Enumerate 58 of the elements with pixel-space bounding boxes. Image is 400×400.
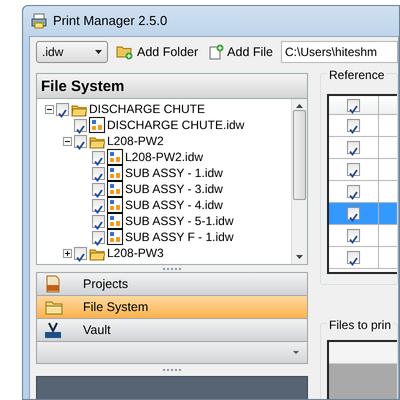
checkbox[interactable] bbox=[347, 229, 360, 242]
caret-icon bbox=[293, 351, 299, 354]
checkbox[interactable] bbox=[74, 246, 87, 260]
checkbox[interactable] bbox=[92, 230, 105, 244]
printer-icon bbox=[31, 13, 47, 29]
file-add-icon bbox=[208, 44, 224, 60]
tree-item[interactable]: SUB ASSY - 4.idw bbox=[125, 196, 223, 214]
nav-button[interactable]: File System bbox=[36, 296, 308, 319]
drawing-file-icon bbox=[89, 117, 105, 133]
drawing-file-icon bbox=[107, 165, 123, 181]
tree-item[interactable]: SUB ASSY - 5-1.idw bbox=[125, 212, 234, 230]
caret-icon bbox=[95, 50, 102, 54]
panel-header: File System bbox=[36, 73, 308, 99]
drawing-file-icon bbox=[107, 213, 123, 229]
checkbox[interactable] bbox=[56, 102, 69, 116]
nav-button[interactable]: Projects bbox=[36, 273, 308, 296]
checkbox[interactable] bbox=[92, 166, 105, 180]
document-icon bbox=[45, 275, 61, 293]
tree-item[interactable]: DISCHARGE CHUTE bbox=[89, 100, 206, 118]
tree-item[interactable]: SUB ASSY - 3.idw bbox=[125, 180, 223, 198]
expand-icon[interactable] bbox=[63, 248, 72, 258]
checkbox[interactable] bbox=[347, 185, 360, 198]
checkbox[interactable] bbox=[347, 141, 360, 154]
drawing-file-icon bbox=[107, 149, 123, 165]
drawing-file-icon bbox=[107, 229, 123, 245]
path-field[interactable]: C:\Users\hiteshm bbox=[281, 41, 398, 63]
checkbox[interactable] bbox=[347, 163, 360, 176]
checkbox[interactable] bbox=[74, 118, 87, 132]
tree-item[interactable]: DISCHARGE CHUTE.idw bbox=[107, 116, 244, 134]
filter-dropdown[interactable]: .idw bbox=[36, 41, 108, 63]
scroll-up-icon[interactable] bbox=[296, 104, 303, 108]
add-folder-button[interactable]: Add Folder bbox=[114, 42, 200, 62]
tree-item[interactable]: L208-PW3 bbox=[107, 244, 164, 262]
vault-icon bbox=[45, 322, 61, 338]
checkbox[interactable] bbox=[347, 119, 360, 132]
nav-button[interactable]: Vault bbox=[36, 319, 308, 342]
checkbox[interactable] bbox=[347, 251, 360, 264]
folder-add-icon bbox=[116, 44, 134, 60]
window-title: Print Manager 2.5.0 bbox=[53, 12, 168, 30]
checkbox[interactable] bbox=[92, 198, 105, 212]
checkbox[interactable] bbox=[92, 214, 105, 228]
tree-item[interactable]: L208-PW2 bbox=[107, 132, 164, 150]
checkbox[interactable] bbox=[347, 98, 360, 112]
drawing-file-icon bbox=[107, 181, 123, 197]
folder-icon bbox=[45, 300, 63, 314]
checkbox[interactable] bbox=[92, 150, 105, 164]
scrollbar[interactable] bbox=[291, 99, 307, 264]
collapse-icon[interactable] bbox=[45, 104, 54, 114]
tree-item[interactable]: SUB ASSY F - 1.idw bbox=[125, 228, 234, 246]
tree-item[interactable]: SUB ASSY - 1.idw bbox=[125, 164, 223, 182]
drawing-file-icon bbox=[107, 197, 123, 213]
scroll-down-icon[interactable] bbox=[296, 255, 303, 259]
checkbox[interactable] bbox=[92, 182, 105, 196]
tree-item[interactable]: L208-PW2.idw bbox=[125, 148, 204, 166]
checkbox[interactable] bbox=[347, 207, 360, 220]
collapse-icon[interactable] bbox=[63, 136, 72, 146]
checkbox[interactable] bbox=[74, 134, 87, 148]
add-file-button[interactable]: Add File bbox=[206, 42, 276, 62]
